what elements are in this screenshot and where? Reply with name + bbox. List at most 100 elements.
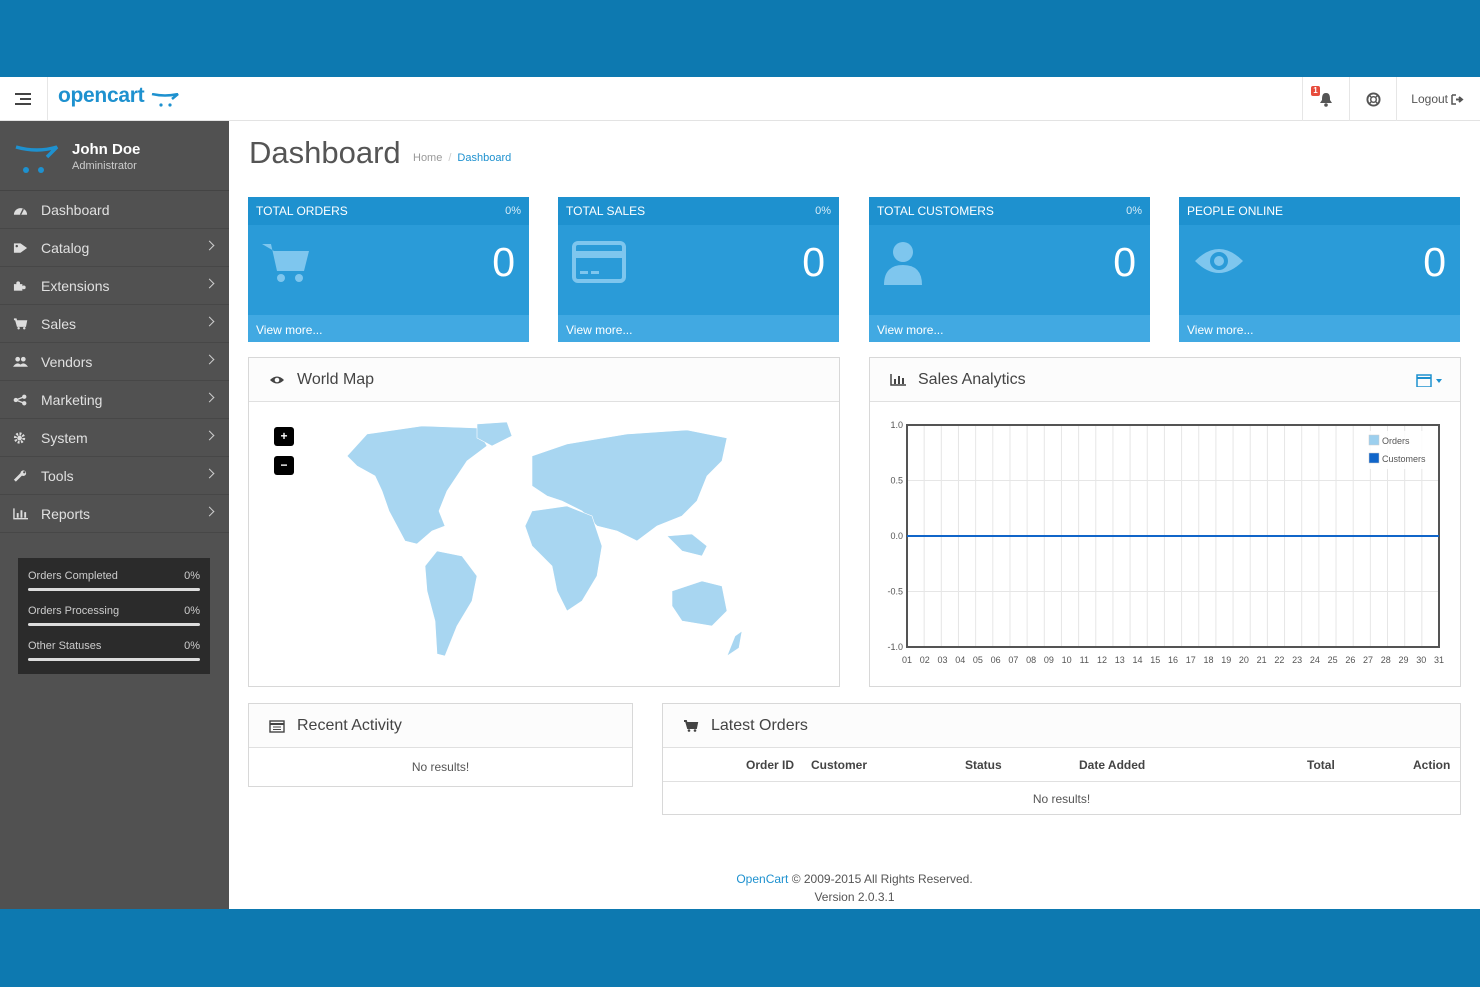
map-north-america[interactable] [346, 425, 488, 545]
sidebar-item-label: Extensions [41, 277, 110, 294]
logout-label: Logout [1411, 92, 1448, 106]
cart-icon [262, 244, 309, 282]
x-tick-label: 01 [902, 655, 912, 665]
dashboard-icon [13, 208, 28, 216]
x-tick-label: 06 [991, 655, 1001, 665]
chevron-right-icon [204, 354, 215, 365]
sidebar-item-reports[interactable]: Reports [0, 495, 229, 533]
column-action: Action [1413, 758, 1451, 772]
sidebar-item-label: Catalog [41, 239, 90, 256]
x-tick-label: 15 [1150, 655, 1160, 665]
life-ring-icon [1366, 91, 1381, 107]
y-tick-label: 0.5 [890, 476, 903, 486]
sidebar-item-dashboard[interactable]: Dashboard [0, 191, 229, 229]
sidebar-item-extensions[interactable]: Extensions [0, 267, 229, 305]
zoom-out-button[interactable]: − [274, 456, 294, 475]
map-indonesia[interactable] [666, 533, 708, 557]
x-tick-label: 08 [1026, 655, 1036, 665]
tile-total-orders: TOTAL ORDERS 0% 0 View more... [248, 197, 529, 342]
user-profile[interactable]: John Doe Administrator [0, 121, 229, 191]
x-tick-label: 04 [955, 655, 965, 665]
sales-line-chart: 1.0 0.5 0.0 -0.5 -1.0 01 02 03 04 05 06 07 08 09 10 11 1… [887, 420, 1444, 665]
stat-label: Orders Processing [28, 605, 120, 617]
breadcrumb-current-link[interactable]: Dashboard [457, 152, 511, 164]
map-australia[interactable] [671, 580, 728, 627]
x-tick-label: 11 [1080, 655, 1089, 665]
x-tick-label: 20 [1239, 655, 1249, 665]
stat-label: Other Statuses [28, 640, 102, 652]
opencart-logo[interactable]: opencart [58, 84, 179, 114]
user-role: Administrator [72, 160, 137, 172]
divider [47, 77, 48, 121]
order-status-summary: Orders Completed 0% Orders Processing 0%… [18, 558, 210, 674]
column-status[interactable]: Status [965, 758, 1002, 772]
sidebar-item-label: System [41, 429, 88, 446]
stat-orders-processing: Orders Processing 0% [28, 601, 200, 636]
sidebar-item-vendors[interactable]: Vendors [0, 343, 229, 381]
breadcrumb-home-link[interactable]: Home [413, 152, 442, 164]
map-south-america[interactable] [424, 550, 478, 657]
progress-bar [28, 658, 200, 661]
cart-icon [13, 318, 28, 330]
sidebar: John Doe Administrator Dashboard Catalog… [0, 121, 229, 909]
x-tick-label: 12 [1097, 655, 1107, 665]
zoom-in-button[interactable]: + [274, 427, 294, 446]
stat-orders-completed: Orders Completed 0% [28, 566, 200, 601]
progress-bar [28, 588, 200, 591]
legend-label: Customers [1382, 454, 1426, 464]
x-tick-label: 25 [1328, 655, 1338, 665]
x-tick-label: 07 [1008, 655, 1018, 665]
calendar-icon [269, 719, 285, 733]
stat-percent: 0% [184, 640, 200, 652]
puzzle-icon [13, 281, 26, 291]
view-more-link[interactable]: View more... [248, 315, 529, 342]
view-more-link[interactable]: View more... [558, 315, 839, 342]
sidebar-item-label: Dashboard [41, 201, 110, 218]
eye-icon [1195, 249, 1243, 273]
bar-chart-icon [890, 373, 906, 386]
world-map[interactable] [327, 416, 767, 664]
bell-icon [1320, 92, 1333, 107]
sidebar-item-marketing[interactable]: Marketing [0, 381, 229, 419]
share-icon [13, 394, 27, 406]
sidebar-item-label: Vendors [41, 353, 93, 370]
legend-swatch [1368, 452, 1380, 464]
tile-total-sales: TOTAL SALES 0% 0 View more... [558, 197, 839, 342]
logout-button[interactable]: Logout [1396, 77, 1480, 121]
view-more-link[interactable]: View more... [1179, 315, 1460, 342]
logo-text: opencart [58, 84, 145, 107]
x-tick-label: 23 [1292, 655, 1302, 665]
map-new-zealand[interactable] [726, 630, 743, 657]
tile-title: TOTAL SALES [566, 204, 646, 218]
chevron-right-icon [204, 468, 215, 479]
sidebar-item-label: Marketing [41, 391, 103, 408]
x-tick-label: 09 [1044, 655, 1054, 665]
chevron-right-icon [204, 316, 215, 327]
sidebar-item-sales[interactable]: Sales [0, 305, 229, 343]
notifications-button[interactable]: 1 [1302, 77, 1349, 121]
column-order-id[interactable]: Order ID [746, 758, 794, 772]
column-total[interactable]: Total [1307, 758, 1335, 772]
footer-brand-link[interactable]: OpenCart [736, 872, 788, 886]
view-more-link[interactable]: View more... [869, 315, 1150, 342]
sidebar-item-tools[interactable]: Tools [0, 457, 229, 495]
sales-analytics-panel: Sales Analytics 1.0 0.5 0.0 -0.5 -1.0 01 02 03 0… [869, 357, 1461, 687]
menu-toggle-icon[interactable] [15, 93, 31, 105]
x-tick-label: 26 [1345, 655, 1355, 665]
help-button[interactable] [1349, 77, 1396, 121]
column-customer[interactable]: Customer [811, 758, 867, 772]
sidebar-item-catalog[interactable]: Catalog [0, 229, 229, 267]
breadcrumb: Home / Dashboard [413, 152, 512, 164]
sidebar-item-system[interactable]: System [0, 419, 229, 457]
calendar-dropdown-icon[interactable] [1416, 373, 1442, 387]
column-date-added[interactable]: Date Added [1079, 758, 1145, 772]
map-africa[interactable] [524, 505, 603, 612]
tile-title: PEOPLE ONLINE [1187, 204, 1284, 218]
panel-title: Recent Activity [297, 716, 402, 734]
tile-title: TOTAL ORDERS [256, 204, 348, 218]
stat-percent: 0% [184, 570, 200, 582]
x-tick-label: 27 [1363, 655, 1373, 665]
opencart-avatar-icon [15, 145, 59, 173]
stat-label: Orders Completed [28, 570, 118, 582]
tile-percent: 0% [815, 205, 831, 217]
